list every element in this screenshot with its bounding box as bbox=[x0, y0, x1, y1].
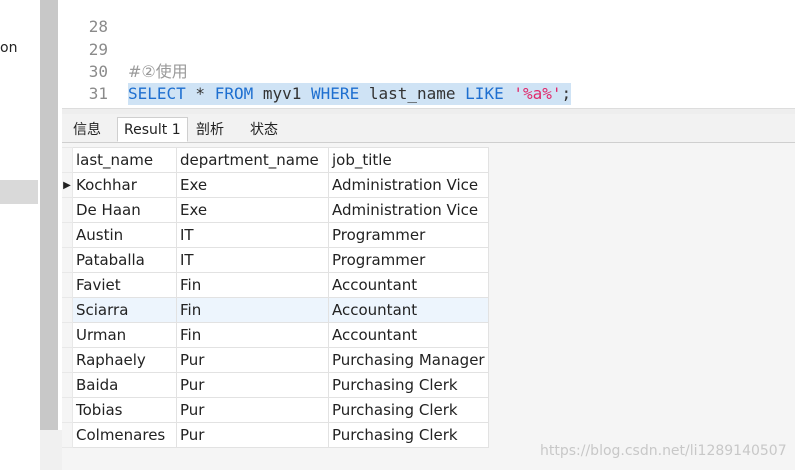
cell-department-name[interactable]: Fin bbox=[176, 297, 329, 323]
table-row[interactable]: Urman Fin Accountant bbox=[62, 322, 489, 348]
cell-job-title[interactable]: Accountant bbox=[328, 272, 489, 298]
table-row[interactable]: De Haan Exe Administration Vice bbox=[62, 197, 489, 223]
cell-last-name[interactable]: Colmenares bbox=[72, 422, 177, 448]
cell-last-name[interactable]: Austin bbox=[72, 222, 177, 248]
sql-table-name: myv1 bbox=[253, 84, 312, 103]
cell-department-name[interactable]: IT bbox=[176, 247, 329, 273]
table-row[interactable]: Raphaely Pur Purchasing Manager bbox=[62, 347, 489, 373]
sql-keyword-where: WHERE bbox=[311, 84, 360, 103]
cell-last-name[interactable]: Tobias bbox=[72, 397, 177, 423]
cell-last-name[interactable]: Baida bbox=[72, 372, 177, 398]
cell-last-name[interactable]: Sciarra bbox=[72, 297, 177, 323]
row-marker-cell bbox=[62, 347, 73, 373]
table-row[interactable]: Tobias Pur Purchasing Clerk bbox=[62, 397, 489, 423]
tab-result-1[interactable]: Result 1 bbox=[117, 117, 188, 142]
panel-selected-item[interactable] bbox=[0, 180, 38, 204]
sql-terminator: ; bbox=[561, 84, 572, 103]
sql-comment: #②使用 bbox=[128, 62, 188, 81]
table-row[interactable]: Austin IT Programmer bbox=[62, 222, 489, 248]
panel-fragment-text: on bbox=[0, 40, 18, 56]
row-marker-cell bbox=[62, 422, 73, 448]
sql-editor[interactable]: 28 29 #②使用 30 SELECT * FROM myv1 WHERE l… bbox=[62, 0, 795, 125]
column-header-last-name[interactable]: last_name bbox=[72, 147, 177, 173]
result-grid: last_name department_name job_title ▶ Ko… bbox=[62, 147, 489, 448]
row-marker-cell bbox=[62, 247, 73, 273]
tab-status[interactable]: 状态 bbox=[243, 117, 285, 142]
cell-job-title[interactable]: Accountant bbox=[328, 322, 489, 348]
cell-job-title[interactable]: Administration Vice bbox=[328, 172, 489, 198]
tab-info[interactable]: 信息 bbox=[66, 117, 108, 142]
sql-space bbox=[504, 84, 514, 103]
cell-department-name[interactable]: Pur bbox=[176, 397, 329, 423]
sql-star: * bbox=[185, 84, 215, 103]
table-row[interactable]: Sciarra Fin Accountant bbox=[62, 297, 489, 323]
row-marker-cell bbox=[62, 147, 73, 173]
table-row[interactable]: Pataballa IT Programmer bbox=[62, 247, 489, 273]
cell-job-title[interactable]: Accountant bbox=[328, 297, 489, 323]
cell-last-name[interactable]: Urman bbox=[72, 322, 177, 348]
table-row[interactable]: ▶ Kochhar Exe Administration Vice bbox=[62, 172, 489, 198]
cell-job-title[interactable]: Purchasing Clerk bbox=[328, 372, 489, 398]
cell-last-name[interactable]: Raphaely bbox=[72, 347, 177, 373]
row-marker-cell bbox=[62, 297, 73, 323]
sql-column-name: last_name bbox=[359, 84, 466, 103]
row-marker-cell bbox=[62, 197, 73, 223]
cell-department-name[interactable]: Exe bbox=[176, 172, 329, 198]
cell-last-name[interactable]: Faviet bbox=[72, 272, 177, 298]
result-grid-area: last_name department_name job_title ▶ Ko… bbox=[62, 143, 795, 470]
row-marker-cell bbox=[62, 272, 73, 298]
cell-department-name[interactable]: Fin bbox=[176, 322, 329, 348]
row-marker-cell bbox=[62, 372, 73, 398]
panel-scrollbar[interactable] bbox=[40, 0, 58, 430]
editor-line: 32 bbox=[62, 83, 108, 125]
bottom-gutter bbox=[40, 430, 62, 470]
cell-job-title[interactable]: Programmer bbox=[328, 222, 489, 248]
cell-job-title[interactable]: Purchasing Clerk bbox=[328, 397, 489, 423]
sql-keyword-from: FROM bbox=[214, 84, 254, 103]
cell-department-name[interactable]: Pur bbox=[176, 347, 329, 373]
column-header-department-name[interactable]: department_name bbox=[176, 147, 329, 173]
editor-line: 28 bbox=[62, 0, 108, 36]
sql-string-pattern: '%a%' bbox=[513, 84, 562, 103]
sql-keyword-select: SELECT bbox=[128, 84, 186, 103]
editor-line: 31 bbox=[62, 61, 108, 103]
cell-last-name[interactable]: De Haan bbox=[72, 197, 177, 223]
cell-job-title[interactable]: Administration Vice bbox=[328, 197, 489, 223]
table-row[interactable]: Faviet Fin Accountant bbox=[62, 272, 489, 298]
result-tabbar: 信息 Result 1 剖析 状态 bbox=[62, 114, 795, 143]
cell-job-title[interactable]: Programmer bbox=[328, 247, 489, 273]
sql-keyword-like: LIKE bbox=[465, 84, 504, 103]
cell-job-title[interactable]: Purchasing Manager bbox=[328, 347, 489, 373]
row-marker-cell bbox=[62, 222, 73, 248]
cell-department-name[interactable]: Fin bbox=[176, 272, 329, 298]
table-row[interactable]: Baida Pur Purchasing Clerk bbox=[62, 372, 489, 398]
cell-department-name[interactable]: IT bbox=[176, 222, 329, 248]
editor-line: 30 SELECT * FROM myv1 WHERE last_name LI… bbox=[62, 39, 572, 105]
sql-statement[interactable]: SELECT * FROM myv1 WHERE last_name LIKE … bbox=[128, 83, 572, 105]
header-row: last_name department_name job_title bbox=[62, 147, 489, 173]
column-header-job-title[interactable]: job_title bbox=[328, 147, 489, 173]
cell-department-name[interactable]: Pur bbox=[176, 372, 329, 398]
tab-profile[interactable]: 剖析 bbox=[189, 117, 231, 142]
editor-line: 29 #②使用 bbox=[62, 17, 188, 81]
current-row-marker-icon: ▶ bbox=[62, 172, 73, 198]
cell-department-name[interactable]: Pur bbox=[176, 422, 329, 448]
row-marker-cell bbox=[62, 397, 73, 423]
watermark-text: https://blog.csdn.net/li1289140507 bbox=[540, 443, 787, 459]
row-marker-cell bbox=[62, 322, 73, 348]
table-row[interactable]: Colmenares Pur Purchasing Clerk bbox=[62, 422, 489, 448]
cell-last-name[interactable]: Pataballa bbox=[72, 247, 177, 273]
cell-last-name[interactable]: Kochhar bbox=[72, 172, 177, 198]
cell-job-title[interactable]: Purchasing Clerk bbox=[328, 422, 489, 448]
object-browser-panel: on bbox=[0, 0, 40, 470]
cell-department-name[interactable]: Exe bbox=[176, 197, 329, 223]
